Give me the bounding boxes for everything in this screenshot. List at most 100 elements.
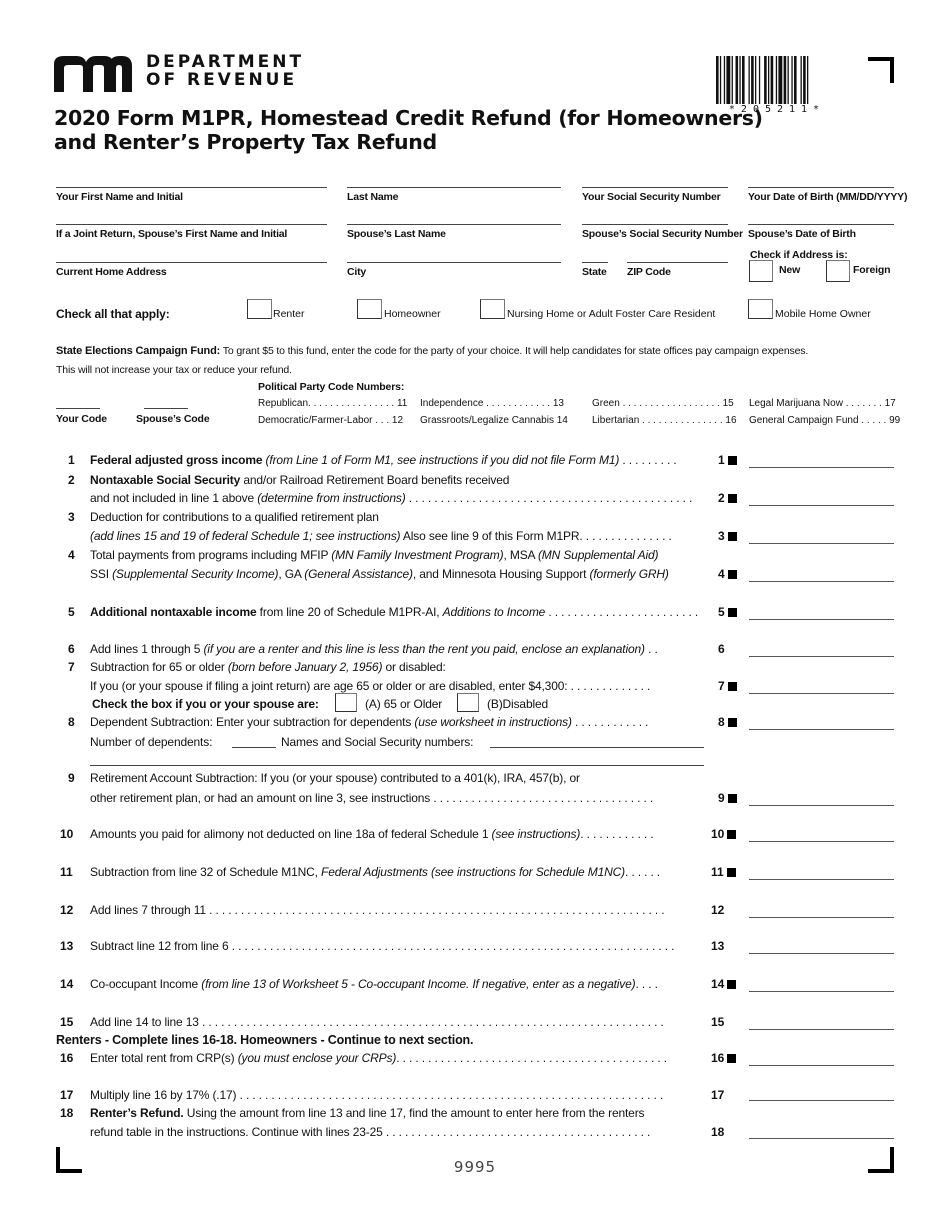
line-11-input[interactable]: [749, 865, 894, 880]
line-10-input[interactable]: [749, 827, 894, 842]
line-5-number: 5: [68, 605, 75, 619]
spouse-code-input[interactable]: [144, 408, 188, 409]
state-field[interactable]: State: [582, 262, 608, 278]
line-4-text-2: SSI (Supplemental Security Income), GA (…: [90, 567, 669, 581]
line-15-dots: . . . . . . . . . . . . . . . . . . . . …: [198, 1015, 664, 1029]
line-18-text-1: Renter’s Refund. Using the amount from l…: [90, 1106, 645, 1120]
line-14-input[interactable]: [749, 977, 894, 992]
dependents-count-input[interactable]: [232, 747, 276, 748]
line-13-ref: 13: [711, 939, 725, 953]
line-2b-italic: (determine from instructions): [257, 491, 406, 505]
address-new-checkbox[interactable]: [749, 260, 773, 282]
barcode-bar: [742, 56, 745, 104]
first-name-field[interactable]: Your First Name and Initial: [56, 187, 327, 203]
line-12-input[interactable]: [749, 903, 894, 918]
barcode-bar: [783, 56, 787, 104]
mobile-home-checkbox[interactable]: [748, 299, 773, 319]
line-2b-text: and not included in line 1 above: [90, 491, 258, 505]
line-8-italic: (use worksheet in instructions): [414, 715, 572, 729]
barcode-bar: [719, 56, 722, 104]
form-title: 2020 Form M1PR, Homestead Credit Refund …: [54, 106, 763, 154]
address-new-label: New: [779, 264, 801, 276]
spouse-ssn-field[interactable]: Spouse’s Social Security Number: [582, 224, 743, 240]
required-marker-icon: [727, 830, 737, 839]
line-15-text: Add line 14 to line 13 . . . . . . . . .…: [90, 1015, 664, 1029]
line-17-input[interactable]: [749, 1086, 894, 1101]
address-foreign-checkbox[interactable]: [826, 260, 850, 282]
line-2-bold: Nontaxable Social Security: [90, 473, 241, 487]
dependents-count-label: Number of dependents:: [90, 735, 213, 749]
line-16-input[interactable]: [749, 1051, 894, 1066]
line-5-ref-num: 5: [718, 605, 725, 619]
line-16-text: Enter total rent from CRP(s) (you must e…: [90, 1051, 667, 1065]
agency-name: DEPARTMENT OF REVENUE: [146, 53, 304, 89]
dependents-names-input-2[interactable]: [90, 765, 704, 766]
barcode-bar: [807, 56, 809, 104]
dependents-names-label: Names and Social Security numbers:: [281, 735, 474, 749]
line-2b-dots: . . . . . . . . . . . . . . . . . . . . …: [405, 491, 693, 505]
line-8-ref-num: 8: [718, 715, 725, 729]
homeowner-label: Homeowner: [384, 308, 441, 320]
nursing-home-checkbox[interactable]: [480, 299, 505, 319]
line-9-input[interactable]: [749, 791, 894, 806]
line-4b-i3: (formerly GRH): [589, 567, 669, 581]
renter-checkbox[interactable]: [247, 299, 272, 319]
line-8-input[interactable]: [749, 715, 894, 730]
line-18-input[interactable]: [749, 1124, 894, 1139]
spouse-last-name-field[interactable]: Spouse’s Last Name: [347, 224, 561, 240]
check-all-label: Check all that apply:: [56, 307, 170, 321]
line-7-input[interactable]: [749, 679, 894, 694]
line-11-ref: 11: [711, 865, 736, 879]
line-13-input[interactable]: [749, 939, 894, 954]
spouse-dob-field[interactable]: Spouse’s Date of Birth: [748, 224, 894, 240]
line-4-input[interactable]: [749, 567, 894, 582]
line-1-number: 1: [68, 453, 75, 467]
barcode-bar: [800, 56, 802, 104]
line-1-dots: . . . . . . . . .: [619, 453, 677, 467]
line-15-input[interactable]: [749, 1015, 894, 1030]
barcode-bar: [723, 56, 726, 104]
ssn-field[interactable]: Your Social Security Number: [582, 187, 728, 203]
zip-field[interactable]: ZIP Code: [627, 262, 728, 278]
line-6-input[interactable]: [749, 642, 894, 657]
line-5-italic: Additions to Income: [442, 605, 546, 619]
barcode-bar: [731, 56, 733, 104]
line-3-input[interactable]: [749, 529, 894, 544]
line-12-text: Add lines 7 through 11 . . . . . . . . .…: [90, 903, 665, 917]
dependents-names-input[interactable]: [490, 747, 704, 748]
line-6-text: Add lines 1 through 5 (if you are a rent…: [90, 642, 658, 656]
address-field[interactable]: Current Home Address: [56, 262, 327, 278]
line-3-text-2: (add lines 15 and 19 of federal Schedule…: [90, 529, 672, 543]
spouse-first-name-field[interactable]: If a Joint Return, Spouse’s First Name a…: [56, 224, 327, 240]
disabled-checkbox[interactable]: [457, 693, 479, 712]
party-legal-marijuana: Legal Marijuana Now . . . . . . . 17: [749, 398, 896, 409]
line-10-italic: (see instructions): [491, 827, 581, 841]
homeowner-checkbox[interactable]: [357, 299, 382, 319]
line-2-input[interactable]: [749, 491, 894, 506]
line-4a-t2: , MSA: [503, 548, 538, 562]
last-name-field[interactable]: Last Name: [347, 187, 561, 203]
barcode-bar: [739, 56, 741, 104]
party-green: Green . . . . . . . . . . . . . . . . . …: [592, 398, 734, 409]
line-13-dots: . . . . . . . . . . . . . . . . . . . . …: [228, 939, 675, 953]
dob-field[interactable]: Your Date of Birth (MM/DD/YYYY): [748, 187, 907, 203]
line-6-dots: . .: [644, 642, 658, 656]
line-16-dots: . . . . . . . . . . . . . . . . . . . . …: [396, 1051, 667, 1065]
nursing-home-label: Nursing Home or Adult Foster Care Reside…: [507, 308, 716, 320]
line-13-body: Subtract line 12 from line 6: [90, 939, 229, 953]
your-code-input[interactable]: [56, 408, 100, 409]
line-18-bold: Renter’s Refund.: [90, 1106, 184, 1120]
city-field[interactable]: City: [347, 262, 561, 278]
line-5-input[interactable]: [749, 605, 894, 620]
dob-label: Your Date of Birth (MM/DD/YYYY): [748, 191, 908, 203]
line-11-ref-num: 11: [711, 865, 724, 879]
line-1-input[interactable]: [749, 453, 894, 468]
age-65-checkbox[interactable]: [335, 693, 357, 712]
line-18b-dots: . . . . . . . . . . . . . . . . . . . . …: [382, 1125, 651, 1139]
line-4-ref-num: 4: [718, 567, 725, 581]
line-11-italic: Federal Adjustments (see instructions fo…: [321, 865, 625, 879]
line-3-ref-num: 3: [718, 529, 725, 543]
line-17-body: Multiply line 16 by 17% (.17): [90, 1088, 237, 1102]
required-marker-icon: [727, 682, 737, 691]
city-label: City: [347, 266, 367, 278]
